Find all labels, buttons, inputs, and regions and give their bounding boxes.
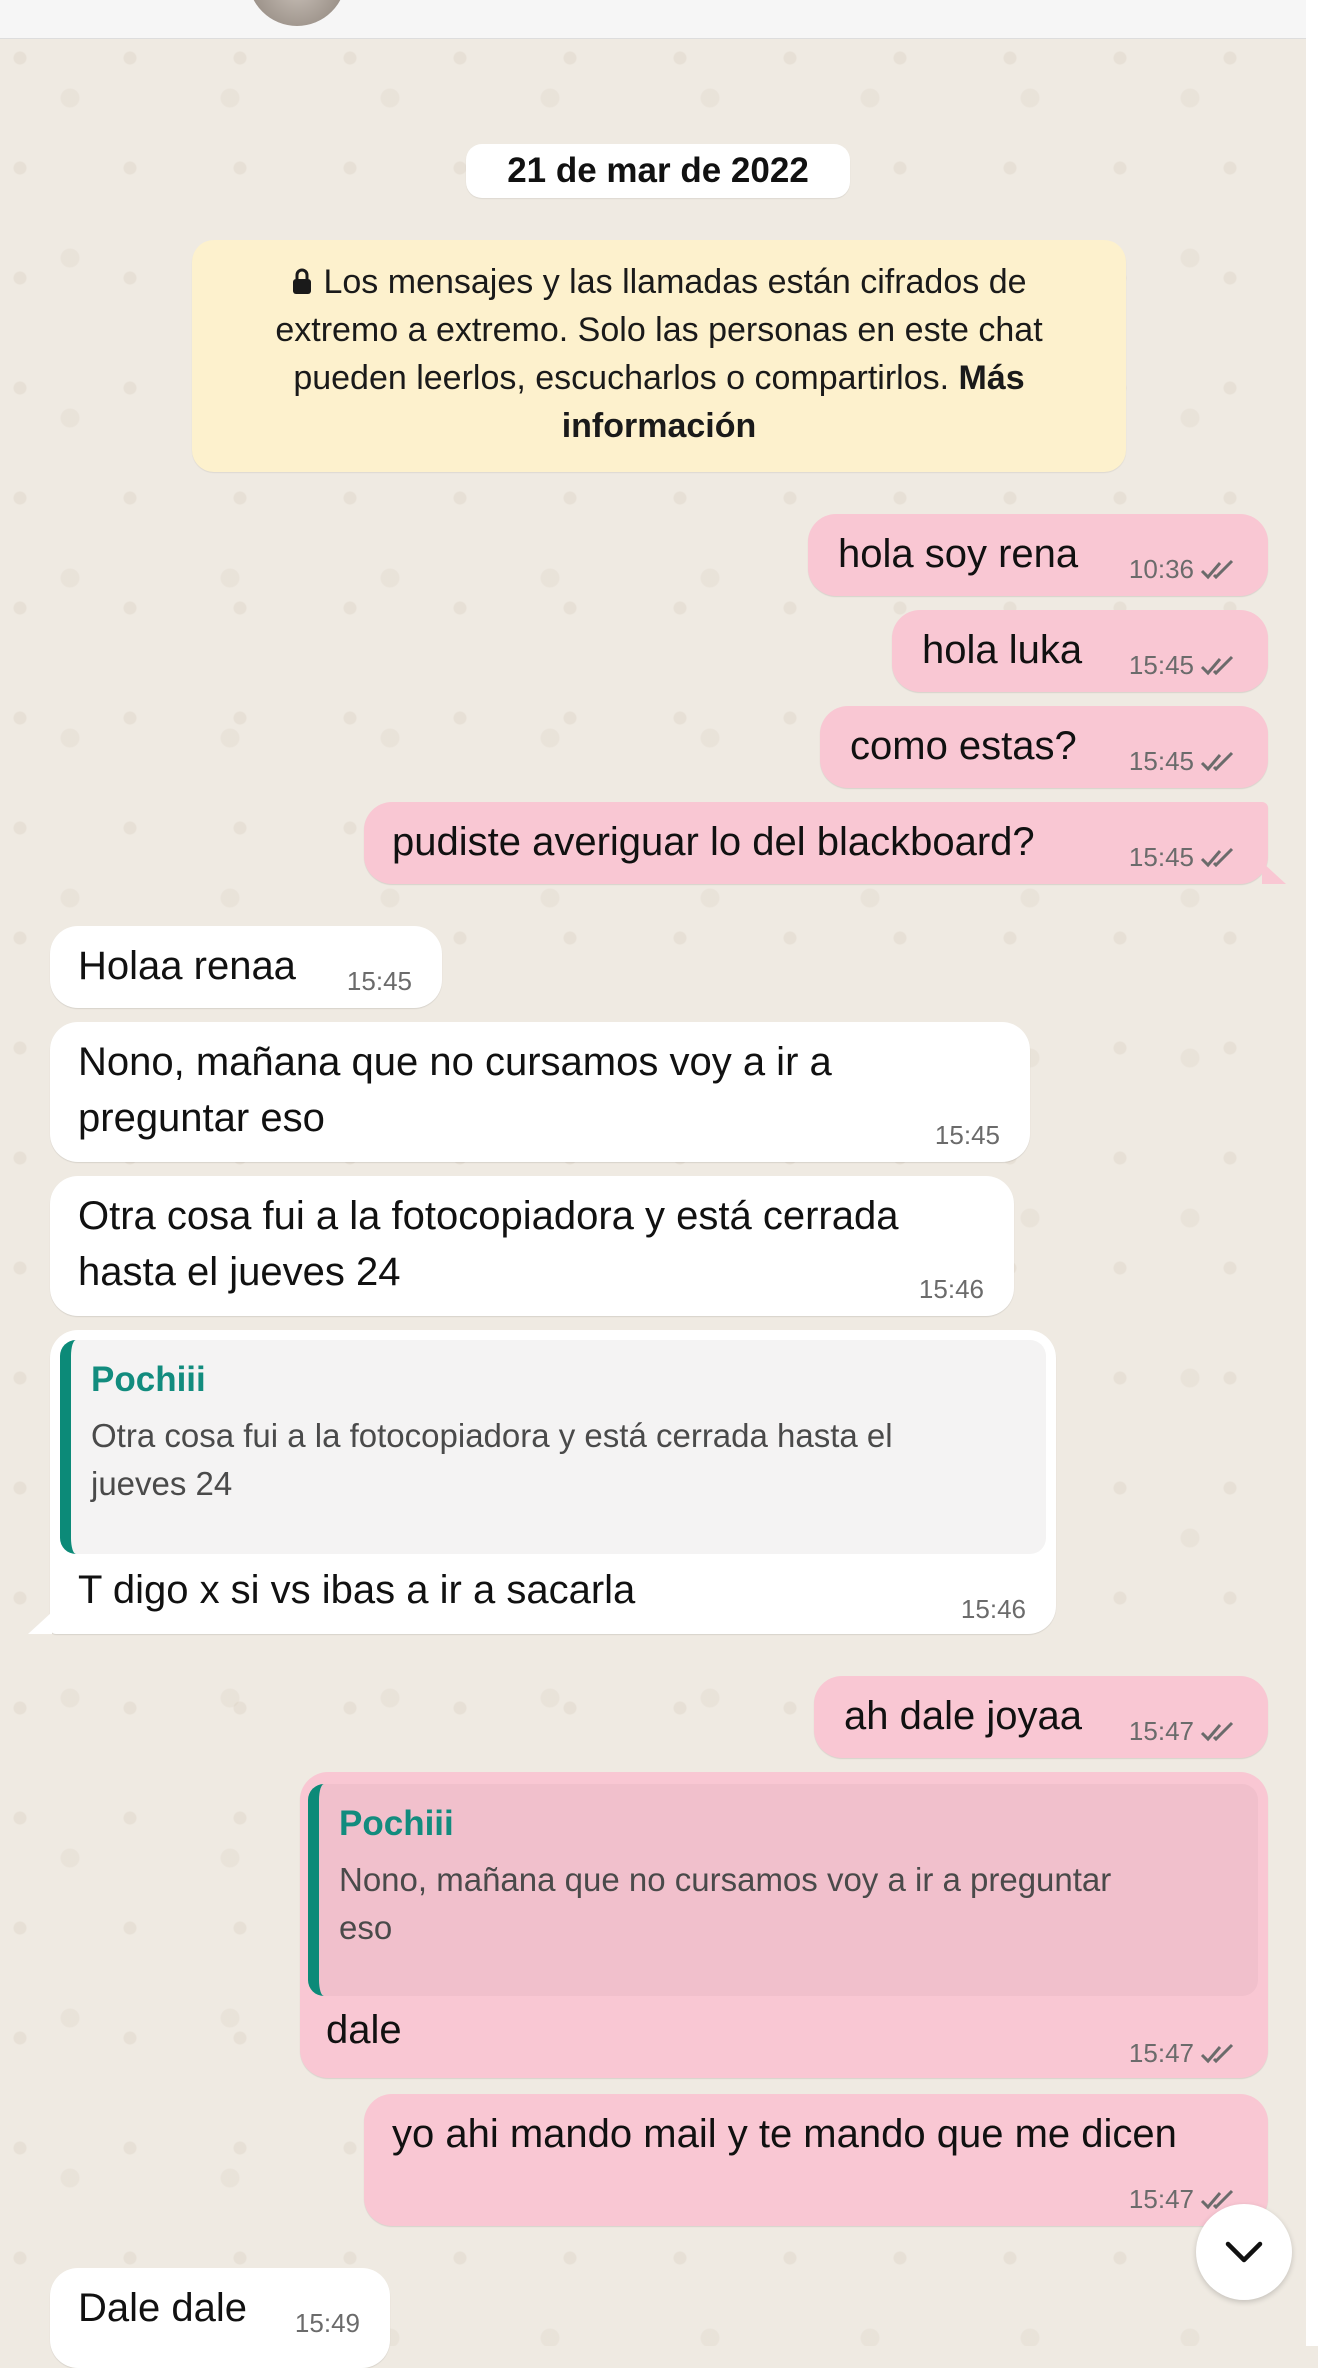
quoted-message[interactable]: Pochiii Nono, mañana que no cursamos voy…: [308, 1784, 1258, 1996]
outgoing-reply-message[interactable]: Pochiii Nono, mañana que no cursamos voy…: [300, 1772, 1268, 2078]
quote-text-line-2: eso: [339, 1909, 393, 1946]
chat-header: [0, 0, 1306, 39]
message-time: 15:47: [1128, 2038, 1194, 2068]
quote-text-line-2: jueves 24: [91, 1465, 233, 1502]
message-time: 15:45: [934, 1120, 1000, 1150]
message-meta: 15:47: [1129, 1716, 1238, 1746]
message-meta: 10:36: [1129, 554, 1238, 584]
double-check-icon: [1200, 559, 1234, 580]
message-text: yo ahi mando mail y te mando que me dice…: [392, 2112, 1177, 2156]
incoming-message[interactable]: Dale dale 15:49: [50, 2268, 390, 2368]
message-meta: 15:45: [1129, 746, 1238, 776]
incoming-message[interactable]: Holaa renaa 15:45: [50, 926, 442, 1008]
outgoing-message[interactable]: yo ahi mando mail y te mando que me dice…: [364, 2094, 1268, 2226]
quote-author: Pochiii: [339, 1804, 454, 1843]
message-text-line-1: Nono, mañana que no cursamos voy a ir a: [78, 1040, 832, 1084]
incoming-message[interactable]: Nono, mañana que no cursamos voy a ir a …: [50, 1022, 1030, 1162]
incoming-reply-message[interactable]: Pochiii Otra cosa fui a la fotocopiadora…: [50, 1330, 1056, 1634]
quote-text-line-1: Nono, mañana que no cursamos voy a ir a …: [339, 1861, 1112, 1898]
outgoing-message[interactable]: hola soy rena 10:36: [808, 514, 1268, 596]
message-time: 15:45: [1128, 650, 1194, 680]
scroll-edge: [1306, 0, 1318, 2346]
quote-author: Pochiii: [91, 1360, 206, 1399]
date-chip: 21 de mar de 2022: [466, 144, 850, 198]
outgoing-message[interactable]: hola luka 15:45: [892, 610, 1268, 692]
message-time: 15:46: [960, 1594, 1026, 1624]
message-text-line-2: preguntar eso: [78, 1096, 325, 1140]
outgoing-message[interactable]: pudiste averiguar lo del blackboard? 15:…: [364, 802, 1268, 884]
encryption-notice-text: Los mensajes y las llamadas están cifrad…: [275, 263, 1043, 397]
incoming-message[interactable]: Otra cosa fui a la fotocopiadora y está …: [50, 1176, 1014, 1316]
quoted-message[interactable]: Pochiii Otra cosa fui a la fotocopiadora…: [60, 1340, 1046, 1554]
double-check-icon: [1200, 1721, 1234, 1742]
quote-text-line-1: Otra cosa fui a la fotocopiadora y está …: [91, 1417, 893, 1454]
message-text: Dale dale: [78, 2286, 248, 2330]
double-check-icon: [1200, 751, 1234, 772]
message-text: dale: [326, 2008, 402, 2052]
message-meta: 15:47: [1129, 2038, 1238, 2068]
message-text: ah dale joyaa: [844, 1694, 1082, 1738]
message-time: 15:47: [1128, 2184, 1194, 2214]
message-meta: 15:45: [1129, 842, 1238, 872]
double-check-icon: [1200, 2043, 1234, 2064]
encryption-notice[interactable]: Los mensajes y las llamadas están cifrad…: [192, 240, 1126, 472]
message-time: 15:45: [1128, 842, 1194, 872]
bubble-tail: [28, 1612, 52, 1634]
message-meta: 15:45: [1129, 650, 1238, 680]
message-text: hola soy rena: [838, 532, 1079, 576]
message-text: T digo x si vs ibas a ir a sacarla: [78, 1568, 636, 1612]
lock-icon: [293, 268, 312, 294]
message-time: 15:46: [918, 1274, 984, 1304]
outgoing-message[interactable]: ah dale joyaa 15:47: [814, 1676, 1268, 1758]
message-time: 15:45: [1128, 746, 1194, 776]
outgoing-message[interactable]: como estas? 15:45: [820, 706, 1268, 788]
message-text: como estas?: [850, 724, 1077, 768]
message-text-line-1: Otra cosa fui a la fotocopiadora y está …: [78, 1194, 899, 1238]
message-time: 10:36: [1128, 554, 1194, 584]
scroll-to-bottom-button[interactable]: [1196, 2204, 1292, 2300]
bubble-tail: [1262, 862, 1286, 884]
back-arrow-icon[interactable]: [12, 0, 56, 14]
message-time: 15:47: [1128, 1716, 1194, 1746]
message-time: 15:45: [346, 966, 412, 996]
message-text: pudiste averiguar lo del blackboard?: [392, 820, 1035, 864]
message-text-line-2: hasta el jueves 24: [78, 1250, 401, 1294]
chevron-down-icon: [1225, 2241, 1263, 2263]
message-text: Holaa renaa: [78, 944, 296, 988]
message-time: 15:49: [294, 2308, 360, 2338]
contact-avatar[interactable]: [248, 0, 346, 26]
double-check-icon: [1200, 847, 1234, 868]
double-check-icon: [1200, 655, 1234, 676]
message-text: hola luka: [922, 628, 1083, 672]
